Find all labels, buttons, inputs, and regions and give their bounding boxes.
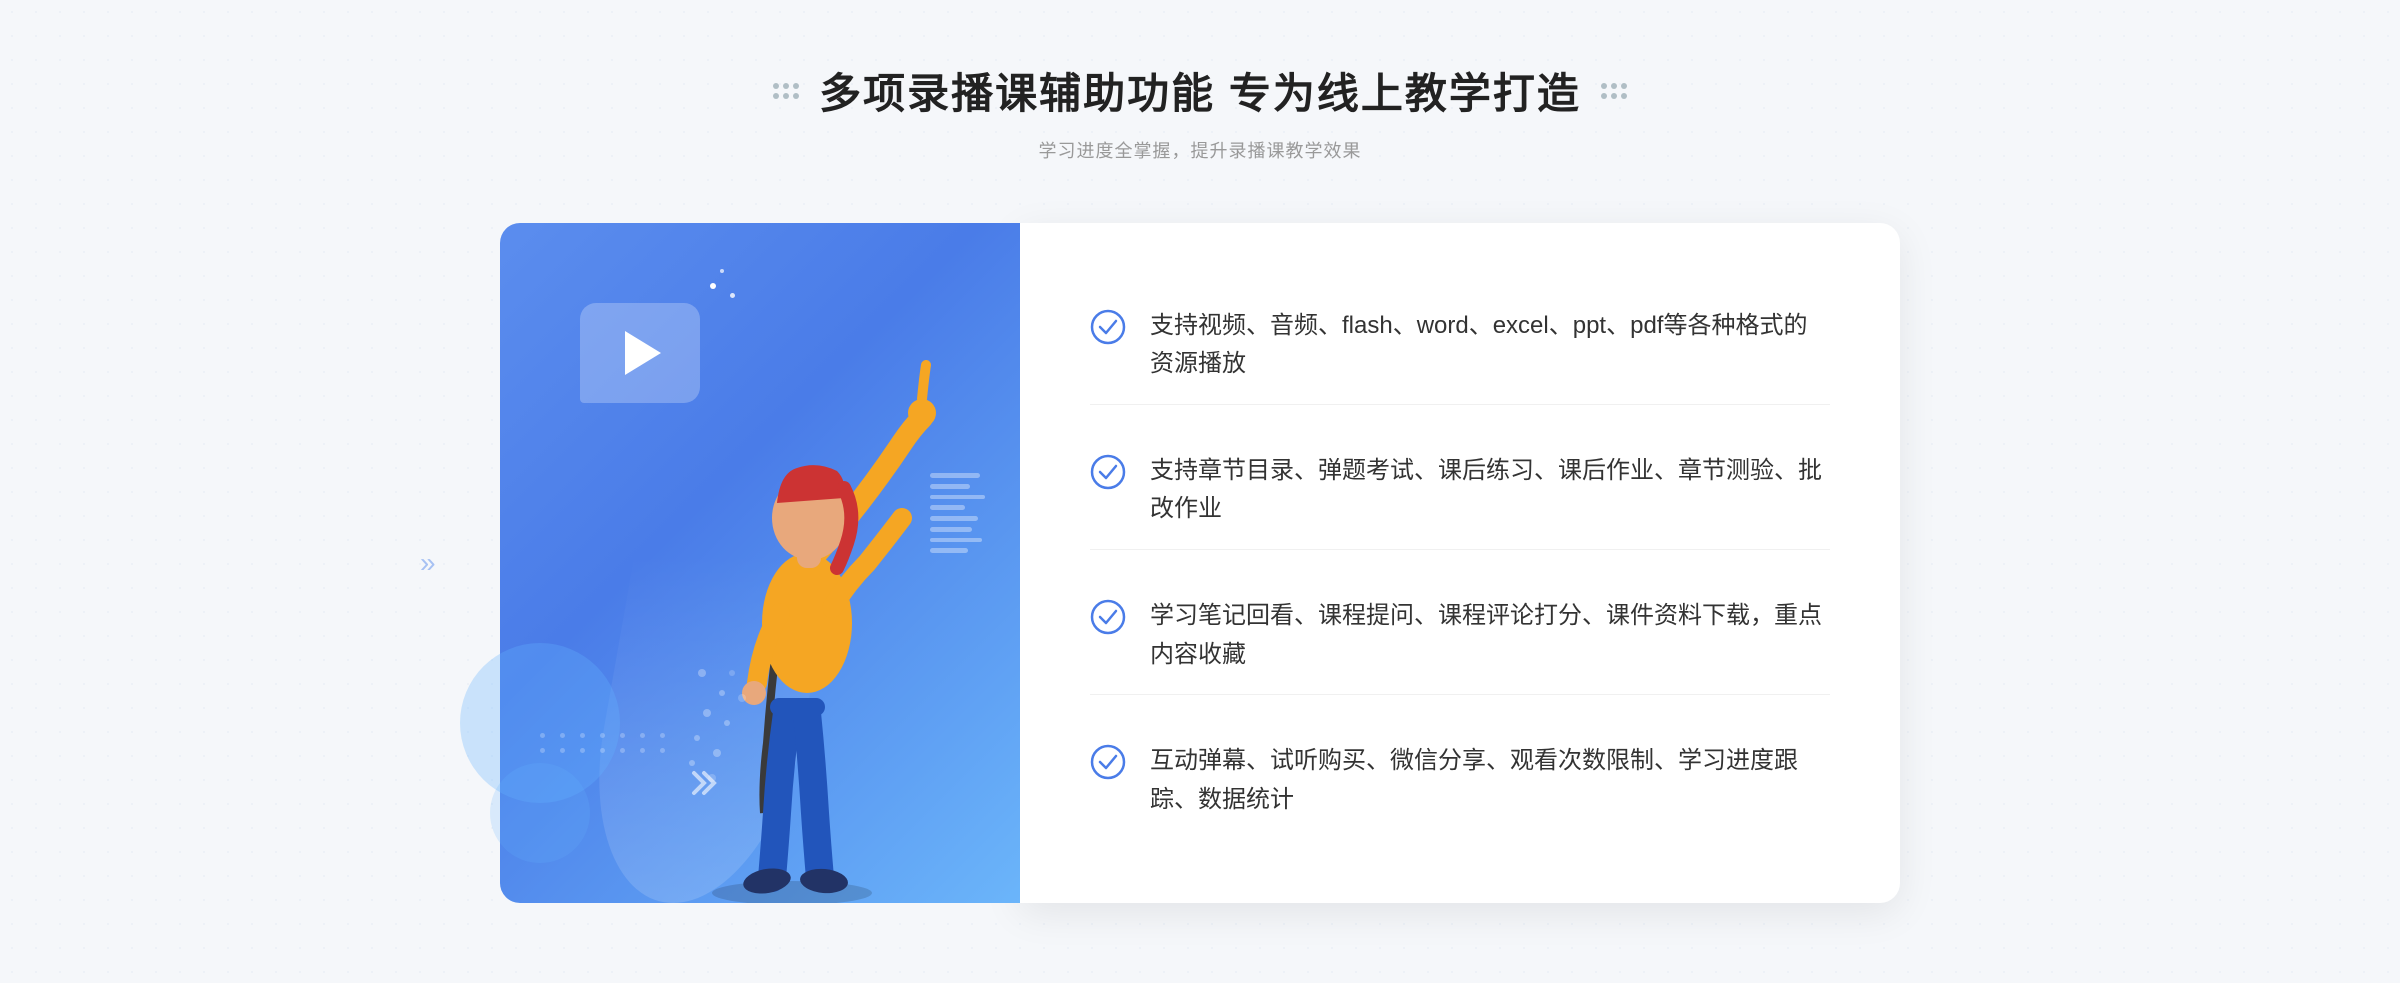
check-icon-3 [1090,599,1126,635]
feature-item-4: 互动弹幕、试听购买、微信分享、观看次数限制、学习进度跟踪、数据统计 [1090,722,1830,839]
feature-item-3: 学习笔记回看、课程提问、课程评论打分、课件资料下载，重点内容收藏 [1090,577,1830,695]
illustration-panel [500,223,1020,903]
check-icon-4 [1090,744,1126,780]
circle-decoration-medium [490,763,590,863]
feature-item-2: 支持章节目录、弹题考试、课后练习、课后作业、章节测验、批改作业 [1090,432,1830,550]
feature-text-4: 互动弹幕、试听购买、微信分享、观看次数限制、学习进度跟踪、数据统计 [1150,742,1830,819]
title-decoration-left [773,83,799,99]
features-panel: 支持视频、音频、flash、word、excel、ppt、pdf等各种格式的资源… [1020,223,1900,903]
main-title: 多项录播课辅助功能 专为线上教学打造 [819,60,1581,121]
arrow-chevrons: » [420,547,436,579]
check-icon-2 [1090,454,1126,490]
feature-text-3: 学习笔记回看、课程提问、课程评论打分、课件资料下载，重点内容收藏 [1150,597,1830,674]
illustration-dot-grid [540,733,670,753]
header-section: 多项录播课辅助功能 专为线上教学打造 学习进度全掌握，提升录播课教学效果 [0,60,2400,163]
chevron-left-icon: » [420,547,436,579]
feature-text-2: 支持章节目录、弹题考试、课后练习、课后作业、章节测验、批改作业 [1150,452,1830,529]
check-icon-1 [1090,309,1126,345]
feature-item-1: 支持视频、音频、flash、word、excel、ppt、pdf等各种格式的资源… [1090,287,1830,405]
person-figure [632,323,952,903]
subtitle: 学习进度全掌握，提升录播课教学效果 [1039,137,1362,163]
title-row: 多项录播课辅助功能 专为线上教学打造 [773,60,1627,121]
feature-text-1: 支持视频、音频、flash、word、excel、ppt、pdf等各种格式的资源… [1150,307,1830,384]
page-wrapper: 多项录播课辅助功能 专为线上教学打造 学习进度全掌握，提升录播课教学效果 [0,0,2400,983]
content-area: » [500,223,1900,903]
title-decoration-right [1601,83,1627,99]
